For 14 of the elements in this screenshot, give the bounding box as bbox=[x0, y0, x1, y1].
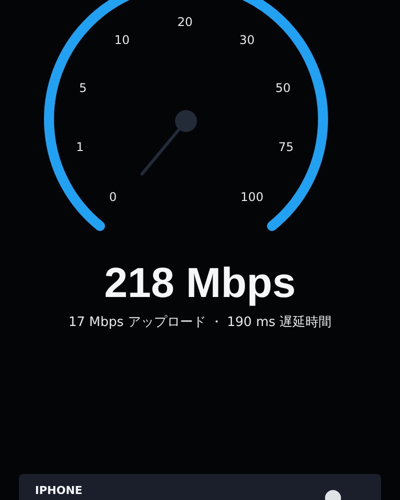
gauge-scale-label: 20 bbox=[177, 15, 193, 29]
device-name: IPHONE bbox=[35, 484, 82, 498]
gauge-needle-drawing bbox=[140, 110, 197, 176]
gauge-scale-label: 50 bbox=[275, 81, 291, 95]
gauge-scale-label: 0 bbox=[109, 190, 117, 204]
download-speed: 218 Mbps bbox=[104, 258, 296, 308]
gauge-scale-label: 75 bbox=[278, 140, 294, 154]
device-card[interactable]: IPHONE bbox=[19, 474, 381, 500]
gauge-scale-label: 10 bbox=[114, 33, 130, 47]
speed-details: 17 Mbps アップロード ・ 190 ms 遅延時間 bbox=[68, 314, 332, 332]
gauge-scale-label: 5 bbox=[79, 81, 87, 95]
gauge-scale-label: 1 bbox=[76, 140, 84, 154]
gauge-scale-label: 100 bbox=[240, 190, 264, 204]
gauge-scale-label: 30 bbox=[239, 33, 255, 47]
